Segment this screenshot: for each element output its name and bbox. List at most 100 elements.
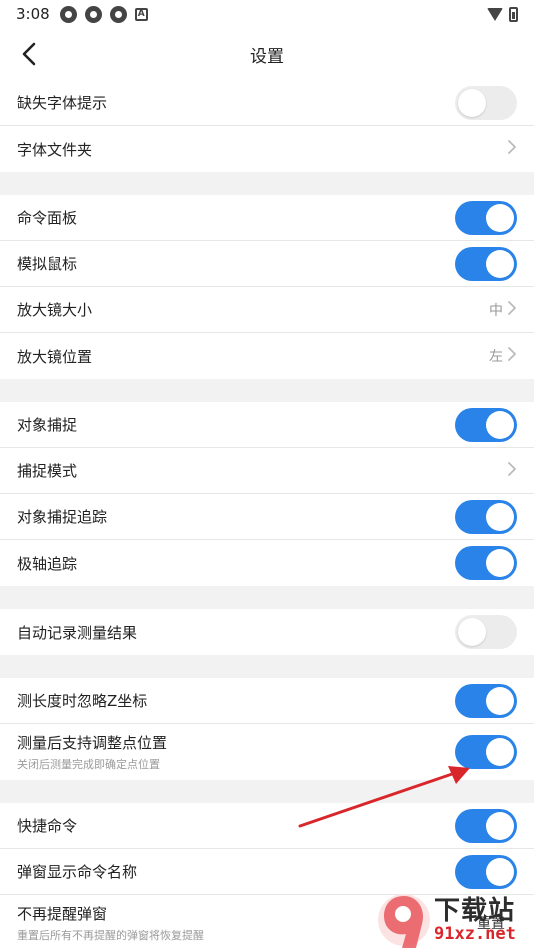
settings-row: 测量后支持调整点位置关闭后测量完成即确定点位置 [0, 724, 534, 780]
row-labels: 快捷命令 [17, 815, 77, 836]
row-control [455, 546, 517, 580]
row-control [507, 461, 517, 481]
section-divider [0, 172, 534, 195]
watermark-title: 下载站 [434, 896, 516, 926]
row-labels: 弹窗显示命令名称 [17, 861, 137, 882]
row-labels: 捕捉模式 [17, 460, 77, 481]
toggle-knob [486, 203, 514, 232]
row-control [455, 735, 517, 769]
row-control: 左 [489, 346, 517, 366]
row-labels: 不再提醒弹窗重置后所有不再提醒的弹窗将恢复提醒 [17, 903, 204, 943]
toggle-switch[interactable] [455, 407, 517, 442]
settings-row: 缺失字体提示 [0, 80, 534, 126]
row-labels: 放大镜位置 [17, 346, 92, 367]
row-control [455, 407, 517, 442]
row-labels: 测量后支持调整点位置关闭后测量完成即确定点位置 [17, 732, 167, 772]
row-label: 弹窗显示命令名称 [17, 863, 138, 881]
status-bar: 3:08 A [0, 0, 534, 28]
toggle-knob [486, 410, 514, 439]
row-labels: 测长度时忽略Z坐标 [17, 690, 147, 711]
toggle-switch[interactable] [455, 546, 517, 580]
row-label: 缺失字体提示 [17, 94, 108, 112]
section-divider [0, 379, 534, 402]
row-control [507, 139, 517, 159]
battery-icon [509, 6, 518, 22]
settings-row[interactable]: 放大镜大小 中 [0, 287, 534, 333]
row-control [455, 683, 517, 718]
row-labels: 放大镜大小 [17, 299, 92, 320]
row-value: 左 [489, 349, 503, 365]
settings-group: 对象捕捉捕捉模式对象捕捉追踪 极轴追踪 [0, 402, 534, 586]
watermark-logo: 下载站 91xz.net [376, 886, 534, 950]
toggle-knob [458, 618, 486, 646]
row-labels: 极轴追踪 [17, 553, 77, 574]
row-sublabel: 关闭后测量完成即确定点位置 [17, 758, 160, 771]
row-labels: 自动记录测量结果 [17, 622, 137, 643]
row-labels: 字体文件夹 [17, 139, 92, 160]
toggle-knob [486, 811, 514, 840]
row-label: 测量后支持调整点位置 [17, 734, 168, 752]
toggle-knob [486, 249, 514, 278]
toggle-knob [458, 88, 486, 117]
row-control [455, 85, 517, 120]
toggle-switch[interactable] [455, 200, 517, 235]
chevron-right-icon [507, 139, 517, 159]
chevron-left-icon[interactable] [18, 40, 42, 68]
toggle-knob [486, 738, 514, 766]
toggle-switch[interactable] [455, 683, 517, 718]
row-control [455, 200, 517, 235]
toggle-switch[interactable] [455, 854, 517, 889]
row-label: 命令面板 [17, 209, 78, 227]
row-labels: 对象捕捉追踪 [17, 506, 107, 527]
chevron-right-icon [507, 300, 517, 320]
a-icon: A [134, 7, 148, 21]
toggle-switch[interactable] [455, 85, 517, 120]
row-label: 模拟鼠标 [17, 255, 78, 273]
row-labels: 模拟鼠标 [17, 253, 77, 274]
settings-group: 缺失字体提示 字体文件夹 [0, 80, 534, 172]
row-control [455, 808, 517, 843]
toggle-switch[interactable] [455, 246, 517, 281]
section-divider [0, 655, 534, 678]
toggle-knob [486, 549, 514, 577]
settings-row: 极轴追踪 [0, 540, 534, 586]
row-control [455, 615, 517, 649]
settings-row[interactable]: 放大镜位置 左 [0, 333, 534, 379]
row-labels: 对象捕捉 [17, 414, 77, 435]
toggle-switch[interactable] [455, 615, 517, 649]
page-title: 设置 [250, 46, 284, 67]
row-control: 中 [489, 300, 517, 320]
chevron-right-icon [507, 461, 517, 481]
row-value: 中 [489, 302, 503, 319]
row-control [455, 499, 517, 534]
settings-row: 对象捕捉 [0, 402, 534, 448]
row-label: 快捷命令 [17, 817, 78, 835]
status-time: 3:08 [16, 5, 50, 23]
row-label: 对象捕捉 [17, 416, 78, 434]
section-divider [0, 586, 534, 609]
settings-row: 命令面板 [0, 195, 534, 241]
settings-group: 测长度时忽略Z坐标测量后支持调整点位置关闭后测量完成即确定点位置 [0, 678, 534, 780]
row-label: 捕捉模式 [17, 462, 78, 480]
toggle-knob [486, 686, 514, 715]
settings-row[interactable]: 字体文件夹 [0, 126, 534, 172]
settings-row: 快捷命令 [0, 803, 534, 849]
toggle-switch[interactable] [455, 808, 517, 843]
row-label: 不再提醒弹窗 [17, 905, 108, 923]
row-label: 测长度时忽略Z坐标 [17, 692, 148, 710]
gear-icon [109, 5, 127, 23]
row-control [455, 854, 517, 889]
toggle-knob [486, 502, 514, 531]
settings-row: 对象捕捉追踪 [0, 494, 534, 540]
settings-row[interactable]: 捕捉模式 [0, 448, 534, 494]
row-sublabel: 重置后所有不再提醒的弹窗将恢复提醒 [17, 929, 204, 942]
row-control [455, 246, 517, 281]
watermark-url: 91xz.net [434, 924, 516, 944]
settings-group: 自动记录测量结果 [0, 609, 534, 655]
row-label: 极轴追踪 [17, 554, 78, 573]
chevron-right-icon [507, 346, 517, 366]
row-label: 放大镜位置 [17, 347, 93, 366]
toggle-switch[interactable] [455, 499, 517, 534]
settings-list: 缺失字体提示 字体文件夹 命令面板 模拟鼠标 放大镜大小 中放大镜位置 左对象捕捉 捕捉模式对… [0, 80, 534, 950]
toggle-switch[interactable] [455, 735, 517, 769]
